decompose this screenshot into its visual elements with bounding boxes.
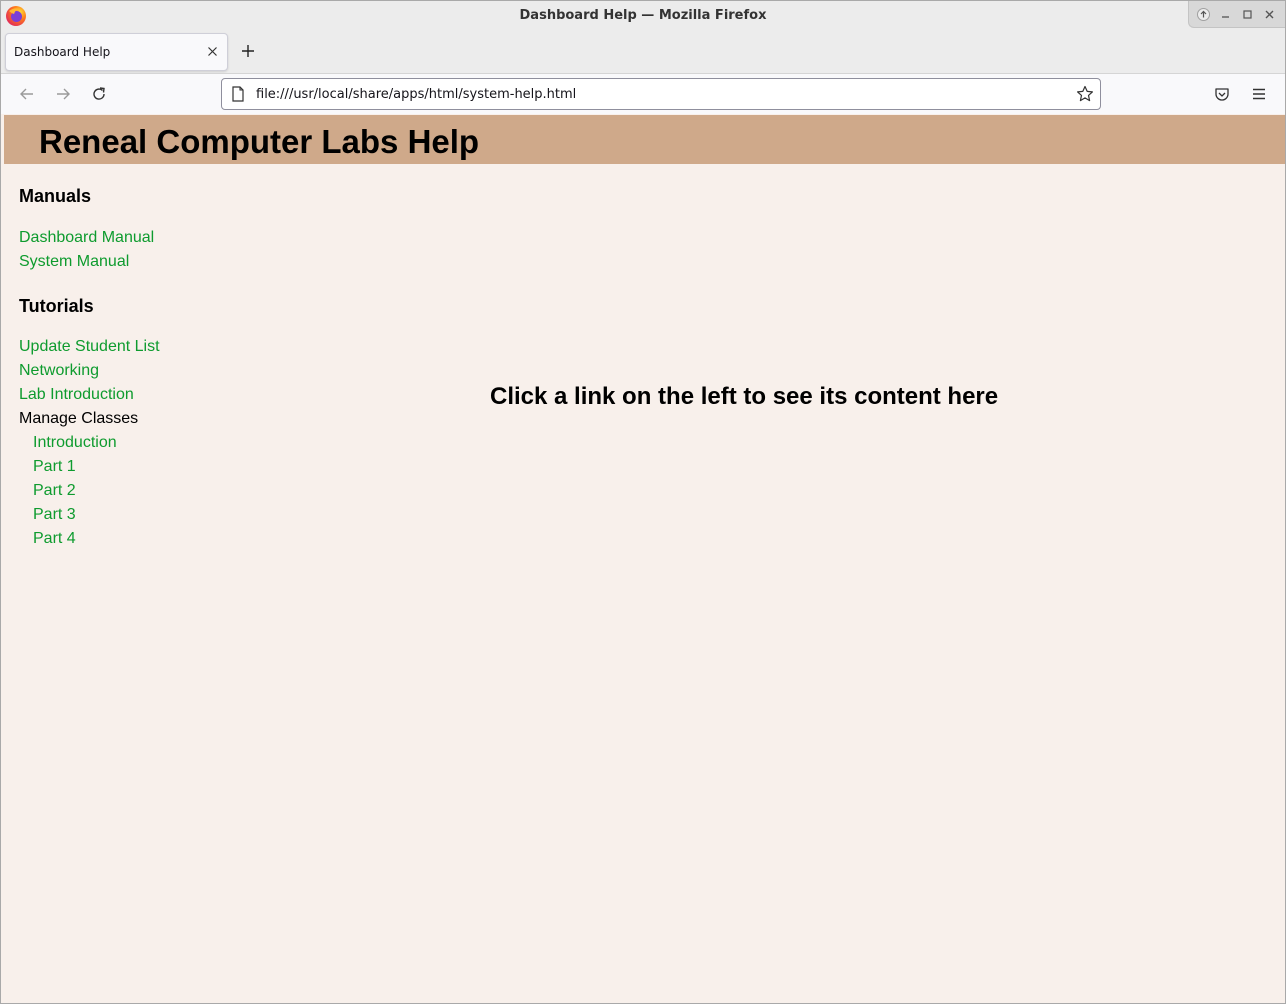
new-tab-icon[interactable]	[241, 44, 255, 58]
close-window-icon[interactable]	[1263, 8, 1276, 21]
minimize-icon[interactable]	[1219, 8, 1232, 21]
manage-classes-label: Manage Classes	[19, 410, 139, 427]
link-system-manual[interactable]: System Manual	[19, 253, 129, 271]
manuals-heading: Manuals	[19, 186, 92, 206]
page-header: Reneal Computer Labs Help	[4, 115, 1285, 164]
url-text: file:///usr/local/share/apps/html/system…	[256, 87, 577, 102]
navigation-bar: file:///usr/local/share/apps/html/system…	[1, 73, 1285, 114]
main-content-message: Click a link on the left to see its cont…	[490, 383, 999, 410]
window-controls	[1188, 1, 1285, 28]
link-dashboard-manual[interactable]: Dashboard Manual	[19, 229, 154, 247]
close-tab-icon[interactable]	[207, 46, 218, 57]
tutorials-heading: Tutorials	[19, 296, 94, 316]
link-update-student-list[interactable]: Update Student List	[19, 338, 160, 356]
bookmark-star-icon[interactable]	[1076, 85, 1094, 103]
reload-icon[interactable]	[91, 86, 107, 102]
window-up-icon[interactable]	[1197, 8, 1210, 21]
url-bar[interactable]: file:///usr/local/share/apps/html/system…	[221, 78, 1101, 110]
link-manage-classes-part-2[interactable]: Part 2	[33, 482, 76, 500]
page-title: Reneal Computer Labs Help	[39, 123, 480, 160]
link-manage-classes-introduction[interactable]: Introduction	[33, 434, 117, 452]
page-icon	[232, 86, 244, 102]
title-bar: Dashboard Help — Mozilla Firefox	[1, 1, 1285, 30]
link-manage-classes-part-1[interactable]: Part 1	[33, 458, 76, 476]
tab-dashboard-help[interactable]: Dashboard Help	[5, 33, 228, 71]
window-title: Dashboard Help — Mozilla Firefox	[519, 8, 767, 23]
link-networking[interactable]: Networking	[19, 362, 99, 380]
link-lab-introduction[interactable]: Lab Introduction	[19, 386, 134, 404]
menu-hamburger-icon[interactable]	[1251, 86, 1267, 102]
maximize-icon[interactable]	[1241, 8, 1254, 21]
pocket-icon[interactable]	[1214, 86, 1230, 102]
forward-icon[interactable]	[55, 86, 71, 102]
tab-strip: Dashboard Help	[1, 30, 1285, 73]
tab-title: Dashboard Help	[14, 45, 111, 59]
link-manage-classes-part-4[interactable]: Part 4	[33, 530, 76, 548]
link-manage-classes-part-3[interactable]: Part 3	[33, 506, 76, 524]
browser-window: Dashboard Help — Mozilla Firefox Dashboa…	[0, 0, 1286, 1004]
back-icon[interactable]	[19, 86, 35, 102]
